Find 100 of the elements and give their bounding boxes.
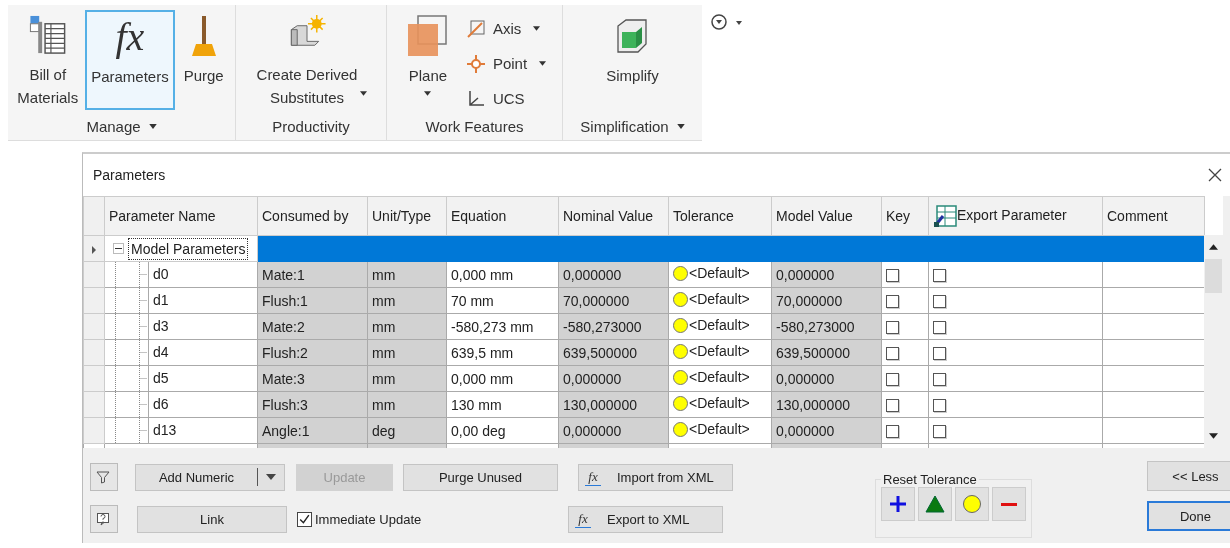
checkbox[interactable] bbox=[933, 373, 946, 387]
table-cell: Flush:2 bbox=[257, 339, 368, 366]
table-cell[interactable]: d1 bbox=[149, 288, 173, 313]
help-icon bbox=[96, 512, 110, 526]
table-cell: 70,000000 bbox=[771, 287, 882, 314]
table-cell: Mate:1 bbox=[257, 261, 368, 288]
column-header[interactable]: Model Value bbox=[771, 196, 882, 236]
help-button[interactable] bbox=[90, 505, 118, 533]
add-numeric-button[interactable]: Add Numeric bbox=[135, 463, 285, 491]
column-header[interactable]: Tolerance bbox=[668, 196, 772, 236]
table-cell: 0,000000 bbox=[558, 365, 669, 392]
scroll-up-icon[interactable] bbox=[1209, 244, 1218, 250]
checkbox[interactable] bbox=[886, 373, 899, 387]
table-cell[interactable]: d4 bbox=[149, 340, 173, 365]
table-cell: Flush:3 bbox=[257, 391, 368, 418]
table-cell: 0,000000 bbox=[771, 365, 882, 392]
nominal-tolerance-button[interactable] bbox=[918, 487, 952, 521]
checkbox[interactable] bbox=[933, 399, 946, 413]
table-cell[interactable]: <Default> bbox=[668, 365, 772, 392]
table-cell[interactable]: d5 bbox=[149, 366, 173, 391]
circle-icon bbox=[673, 369, 688, 385]
minus-icon bbox=[999, 502, 1019, 506]
table-cell[interactable]: -580,273 mm bbox=[446, 313, 559, 340]
upper-tolerance-button[interactable] bbox=[881, 487, 915, 521]
table-cell: mm bbox=[367, 287, 447, 314]
export-xml-button[interactable]: fx Export to XML bbox=[568, 505, 723, 533]
ribbon-button[interactable]: Plane bbox=[400, 10, 463, 110]
ribbon-button[interactable]: Simplify bbox=[601, 10, 664, 110]
filter-button[interactable] bbox=[90, 463, 118, 491]
table-cell[interactable]: <Default> bbox=[668, 339, 772, 366]
table-cell[interactable]: d13 bbox=[149, 418, 181, 443]
table-cell: mm bbox=[367, 365, 447, 392]
scroll-thumb[interactable] bbox=[1205, 259, 1222, 293]
checkbox-label[interactable]: Immediate Update bbox=[315, 511, 422, 527]
table-cell[interactable]: 0,000 mm bbox=[446, 261, 559, 288]
lower-tolerance-button[interactable] bbox=[992, 487, 1026, 521]
column-header[interactable]: Parameter Name bbox=[104, 196, 258, 236]
table-cell[interactable]: <Default> bbox=[668, 313, 772, 340]
less-button[interactable]: << Less bbox=[1147, 461, 1230, 491]
table-cell: 70,000000 bbox=[558, 287, 669, 314]
ribbon-button[interactable]: Point bbox=[464, 49, 549, 78]
export-table-icon bbox=[933, 204, 957, 228]
checkbox[interactable] bbox=[933, 347, 946, 361]
collapse-toggle[interactable] bbox=[113, 243, 124, 254]
group-label[interactable]: Manage bbox=[8, 113, 235, 140]
table-cell[interactable]: d6 bbox=[149, 392, 173, 417]
column-header[interactable]: Equation bbox=[446, 196, 559, 236]
checkbox[interactable] bbox=[886, 347, 899, 361]
plus-icon bbox=[888, 494, 908, 514]
group-name[interactable]: Model Parameters bbox=[128, 237, 249, 260]
column-header[interactable]: Comment bbox=[1102, 196, 1205, 236]
ribbon-button[interactable]: Purge bbox=[176, 10, 231, 110]
table-cell[interactable]: <Default> bbox=[668, 391, 772, 418]
import-xml-button[interactable]: fx Import from XML bbox=[578, 463, 733, 491]
column-header[interactable]: Nominal Value bbox=[558, 196, 669, 236]
checkbox[interactable] bbox=[933, 321, 946, 335]
link-button[interactable]: Link bbox=[137, 505, 287, 533]
group-label[interactable]: Simplification bbox=[563, 113, 702, 140]
column-header[interactable]: Consumed by bbox=[257, 196, 368, 236]
table-cell[interactable]: 0,000 mm bbox=[446, 365, 559, 392]
table-cell[interactable]: 639,5 mm bbox=[446, 339, 559, 366]
median-tolerance-button[interactable] bbox=[955, 487, 989, 521]
column-header[interactable]: Unit/Type bbox=[367, 196, 447, 236]
table-cell[interactable]: 130 mm bbox=[446, 391, 559, 418]
checkbox[interactable] bbox=[886, 399, 899, 413]
checkbox[interactable] bbox=[297, 511, 312, 527]
ribbon-button[interactable]: fx Parameters bbox=[85, 10, 175, 110]
checkbox[interactable] bbox=[886, 425, 899, 439]
caret-icon[interactable] bbox=[266, 474, 276, 480]
checkbox[interactable] bbox=[886, 269, 899, 283]
table-cell: -580,273000 bbox=[558, 313, 669, 340]
group-label[interactable]: Work Features bbox=[387, 113, 562, 140]
button-label: Parameters bbox=[91, 67, 169, 87]
table-cell: mm bbox=[367, 391, 447, 418]
table-cell[interactable]: <Default> bbox=[668, 287, 772, 314]
column-header[interactable]: Export Parameter bbox=[928, 196, 1103, 236]
close-icon[interactable] bbox=[1208, 168, 1222, 182]
table-cell[interactable]: 70 mm bbox=[446, 287, 559, 314]
circle-icon bbox=[673, 395, 688, 411]
checkbox[interactable] bbox=[933, 425, 946, 439]
checkbox[interactable] bbox=[886, 321, 899, 335]
ribbon-button[interactable]: Create Derived Substitutes bbox=[251, 10, 371, 110]
column-header[interactable]: Key bbox=[881, 196, 929, 236]
ribbon-button[interactable]: Axis bbox=[464, 14, 549, 43]
checkbox[interactable] bbox=[933, 295, 946, 309]
done-button[interactable]: Done bbox=[1147, 501, 1230, 531]
table-cell[interactable]: <Default> bbox=[668, 417, 772, 444]
table-cell[interactable]: d3 bbox=[149, 314, 173, 339]
checkbox[interactable] bbox=[886, 295, 899, 309]
checkbox[interactable] bbox=[933, 269, 946, 283]
ribbon-button[interactable]: Bill of Materials bbox=[12, 10, 84, 110]
circle-icon bbox=[673, 265, 688, 281]
table-cell[interactable]: <Default> bbox=[668, 261, 772, 288]
group-label[interactable]: Productivity bbox=[236, 113, 386, 140]
dropdown-circle-icon[interactable] bbox=[710, 13, 744, 31]
ribbon-button[interactable]: UCS bbox=[464, 84, 549, 113]
table-cell[interactable]: d0 bbox=[149, 262, 173, 287]
scroll-down-icon[interactable] bbox=[1209, 433, 1218, 439]
table-cell[interactable]: 0,00 deg bbox=[446, 417, 559, 444]
purge-unused-button[interactable]: Purge Unused bbox=[403, 463, 558, 491]
